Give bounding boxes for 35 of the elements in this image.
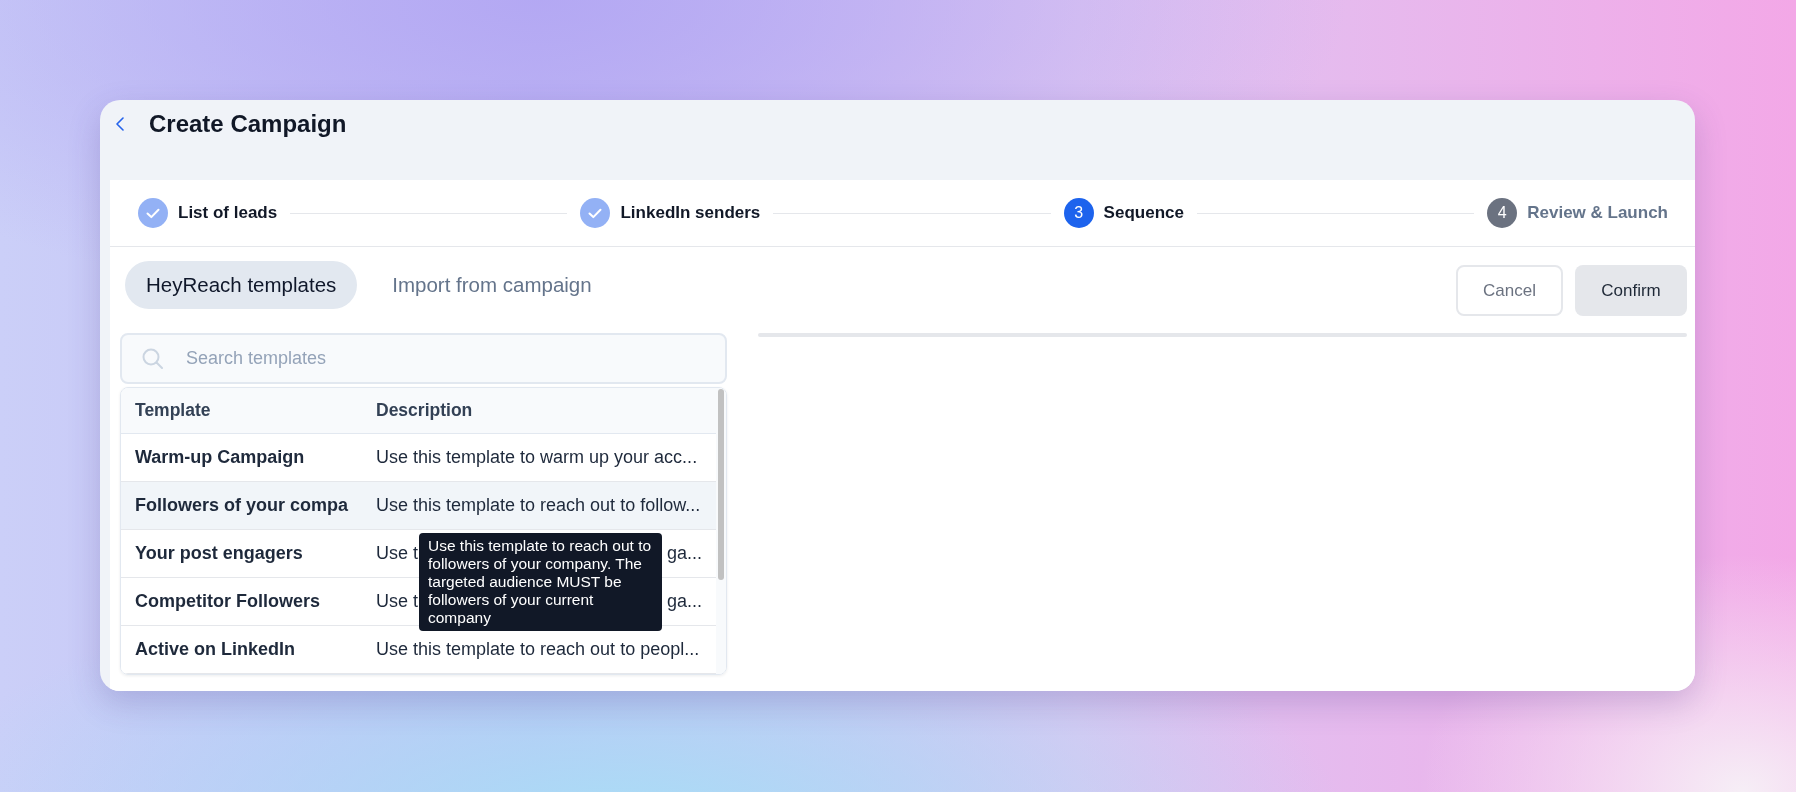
template-name: Competitor Followers (135, 591, 321, 612)
template-name: Your post engagers (135, 543, 304, 564)
template-description: Use this template to reach out to peopl... (376, 639, 701, 660)
check-circle-icon (580, 198, 611, 228)
tooltip: Use this template to reach out to followers of your company. The targeted audience MUST be followers of your current company (419, 533, 662, 631)
template-description: ga... (666, 591, 702, 612)
step-label: Sequence (1103, 203, 1184, 223)
column-header: Description (376, 400, 474, 421)
step-number: 3 (1063, 198, 1094, 228)
column-header: Template (135, 400, 212, 421)
template-description: ga... (666, 543, 702, 564)
scrollbar-thumb[interactable] (718, 389, 724, 580)
step-label: List of leads (178, 203, 278, 223)
table-row[interactable]: Warm-up Campaign Use this template to warm up your acc... (121, 434, 716, 482)
page-title: Create Campaign (149, 109, 347, 139)
search-field[interactable]: Search templates (120, 333, 727, 384)
tab[interactable]: HeyReach templates (125, 261, 358, 309)
template-name: Warm-up Campaign (135, 447, 306, 468)
cancel-button[interactable]: Cancel (1456, 265, 1563, 316)
confirm-button[interactable]: Confirm (1575, 265, 1687, 316)
template-description: Use this template to reach out to follow... (376, 495, 702, 516)
table-row[interactable]: Active on LinkedIn Use this template to reach out to peopl... (121, 626, 716, 674)
template-name: Active on LinkedIn (135, 639, 297, 660)
tab[interactable]: Import from campaign (371, 261, 613, 309)
step-label: Review & Launch (1527, 203, 1668, 223)
check-circle-icon (138, 198, 168, 228)
search-icon (142, 348, 163, 369)
step-number: 4 (1487, 198, 1518, 228)
chevron-left-icon (116, 117, 124, 131)
table-row[interactable]: Followers of your compa Use this template to reach out to follow... (121, 482, 716, 530)
template-description: Use t (376, 543, 418, 564)
template-description: Use this template to warm up your acc... (376, 447, 699, 468)
template-description: Use t (376, 591, 418, 612)
step-label: LinkedIn senders (620, 203, 761, 223)
template-name: Followers of your compa (135, 495, 350, 516)
